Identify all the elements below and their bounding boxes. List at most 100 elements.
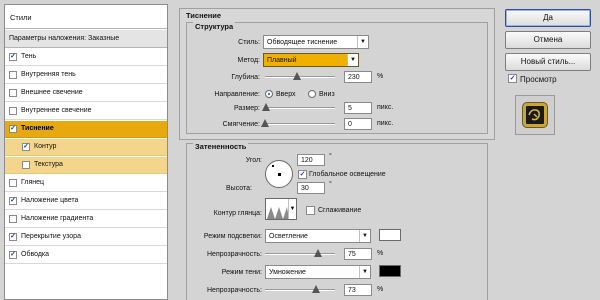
chevron-down-icon: ▼ bbox=[357, 36, 368, 48]
gloss-contour-label: Контур глянца: bbox=[213, 210, 262, 217]
shadow-mode-label: Режим тени: bbox=[221, 269, 262, 276]
style-item[interactable]: Внутреннее свечение bbox=[5, 103, 167, 120]
altitude-label: Высота: bbox=[226, 185, 252, 192]
shading-title: Затененность bbox=[193, 142, 249, 151]
style-item-label: Внешнее свечение bbox=[21, 89, 83, 96]
style-item-checkbox[interactable]: ✓ bbox=[9, 251, 17, 259]
style-item[interactable]: ✓ Тиснение bbox=[5, 121, 167, 138]
style-item-checkbox[interactable]: ✓ bbox=[22, 143, 30, 151]
style-item-checkbox[interactable] bbox=[9, 179, 17, 187]
style-item-checkbox[interactable] bbox=[9, 215, 17, 223]
style-item[interactable]: ✓ Обводка bbox=[5, 247, 167, 264]
size-unit: пикс. bbox=[377, 104, 394, 111]
global-light-checkbox[interactable]: ✓ bbox=[298, 170, 307, 179]
new-style-button[interactable]: Новый стиль... bbox=[505, 53, 591, 71]
slider-thumb-icon[interactable] bbox=[313, 249, 322, 257]
style-preview-thumbnail bbox=[515, 95, 555, 135]
method-label: Метод: bbox=[237, 57, 260, 64]
style-item[interactable]: Глянец bbox=[5, 175, 167, 192]
slider-thumb-icon[interactable] bbox=[292, 72, 301, 80]
style-item[interactable]: ✓ Наложение цвета bbox=[5, 193, 167, 210]
size-slider[interactable] bbox=[262, 103, 335, 111]
shadow-mode-select[interactable]: Умножение ▼ bbox=[265, 265, 371, 279]
style-item-label: Обводка bbox=[21, 251, 50, 258]
style-item-label: Тиснение bbox=[21, 125, 54, 132]
preview-swatch-icon bbox=[523, 103, 547, 127]
style-item-label: Внутреннее свечение bbox=[21, 107, 92, 114]
style-item-checkbox[interactable]: ✓ bbox=[9, 197, 17, 205]
cancel-button[interactable]: Отмена bbox=[505, 31, 591, 49]
style-item-checkbox[interactable] bbox=[9, 107, 17, 115]
slider-thumb-icon[interactable] bbox=[261, 119, 269, 127]
chevron-down-icon: ▼ bbox=[359, 266, 370, 278]
style-item-label: Текстура bbox=[34, 161, 63, 168]
style-label: Стиль: bbox=[238, 39, 260, 46]
style-item[interactable]: ✓ Перекрытие узора bbox=[5, 229, 167, 246]
chevron-down-icon: ▼ bbox=[347, 54, 358, 66]
altitude-input[interactable]: 30 bbox=[297, 182, 325, 194]
highlight-opacity-input[interactable]: 75 bbox=[344, 248, 372, 260]
shadow-opacity-unit: % bbox=[377, 286, 384, 293]
style-item[interactable]: Внутренняя тень bbox=[5, 67, 167, 84]
slider-thumb-icon[interactable] bbox=[312, 285, 321, 293]
soften-input[interactable]: 0 bbox=[344, 118, 372, 130]
highlight-mode-label: Режим подсветки: bbox=[203, 233, 262, 240]
gloss-contour-picker[interactable]: ▼ bbox=[265, 198, 297, 220]
shadow-color-swatch[interactable] bbox=[379, 265, 401, 277]
style-select-value: Обводящее тиснение bbox=[267, 39, 338, 46]
style-item[interactable]: Наложение градиента bbox=[5, 211, 167, 228]
shadow-mode-value: Умножение bbox=[269, 269, 306, 276]
highlight-opacity-slider[interactable] bbox=[265, 249, 335, 257]
style-item-checkbox[interactable]: ✓ bbox=[9, 233, 17, 241]
highlight-color-swatch[interactable] bbox=[379, 229, 401, 241]
style-item[interactable]: ✓ Контур bbox=[5, 139, 167, 156]
ok-button[interactable]: Да bbox=[505, 9, 591, 27]
depth-slider[interactable] bbox=[265, 72, 335, 80]
style-item[interactable]: ✓ Тень bbox=[5, 49, 167, 66]
soften-unit: пикс. bbox=[377, 120, 394, 127]
angle-input[interactable]: 120 bbox=[297, 154, 325, 166]
angle-center-icon bbox=[278, 173, 281, 176]
size-input[interactable]: 5 bbox=[344, 102, 372, 114]
style-item-label: Наложение цвета bbox=[21, 197, 79, 204]
shadow-opacity-input[interactable]: 73 bbox=[344, 284, 372, 296]
depth-input[interactable]: 230 bbox=[344, 71, 372, 83]
method-select[interactable]: Плавный ▼ bbox=[263, 53, 359, 67]
blending-options-item[interactable]: Параметры наложения: Заказные bbox=[5, 30, 167, 48]
highlight-opacity-label: Непрозрачность: bbox=[207, 251, 262, 258]
highlight-mode-value: Осветление bbox=[269, 233, 308, 240]
slider-thumb-icon[interactable] bbox=[262, 103, 271, 111]
styles-title: Стили bbox=[5, 5, 167, 29]
soften-label: Смягчение: bbox=[222, 121, 260, 128]
style-item-label: Наложение градиента bbox=[21, 215, 94, 222]
style-item-checkbox[interactable]: ✓ bbox=[9, 125, 17, 133]
depth-label: Глубина: bbox=[231, 74, 260, 81]
style-item-label: Контур bbox=[34, 143, 57, 150]
preview-checkbox[interactable]: ✓ bbox=[508, 74, 517, 83]
bevel-title: Тиснение bbox=[186, 11, 222, 20]
angle-dial[interactable] bbox=[265, 160, 293, 188]
style-item-checkbox[interactable] bbox=[9, 71, 17, 79]
highlight-opacity-unit: % bbox=[377, 250, 384, 257]
contour-shape-icon bbox=[267, 207, 289, 219]
style-item[interactable]: Внешнее свечение bbox=[5, 85, 167, 102]
style-item-checkbox[interactable] bbox=[22, 161, 30, 169]
style-item[interactable]: Текстура bbox=[5, 157, 167, 174]
direction-up-label: Вверх bbox=[276, 91, 296, 98]
style-item-checkbox[interactable] bbox=[9, 89, 17, 97]
style-select[interactable]: Обводящее тиснение ▼ bbox=[263, 35, 369, 49]
soften-slider[interactable] bbox=[261, 119, 335, 127]
angle-unit: ° bbox=[329, 153, 332, 160]
altitude-unit: ° bbox=[329, 181, 332, 188]
method-select-value: Плавный bbox=[267, 57, 297, 64]
style-item-checkbox[interactable]: ✓ bbox=[9, 53, 17, 61]
chevron-down-icon: ▼ bbox=[359, 230, 370, 242]
direction-up-radio[interactable] bbox=[265, 90, 273, 98]
highlight-mode-select[interactable]: Осветление ▼ bbox=[265, 229, 371, 243]
shadow-opacity-slider[interactable] bbox=[265, 285, 335, 293]
styles-panel: Стили Параметры наложения: Заказные ✓ Тен… bbox=[4, 4, 168, 300]
preview-label: Просмотр bbox=[520, 75, 557, 84]
antialias-checkbox[interactable] bbox=[306, 206, 315, 215]
direction-down-radio[interactable] bbox=[308, 90, 316, 98]
antialias-label: Сглаживание bbox=[318, 207, 362, 214]
